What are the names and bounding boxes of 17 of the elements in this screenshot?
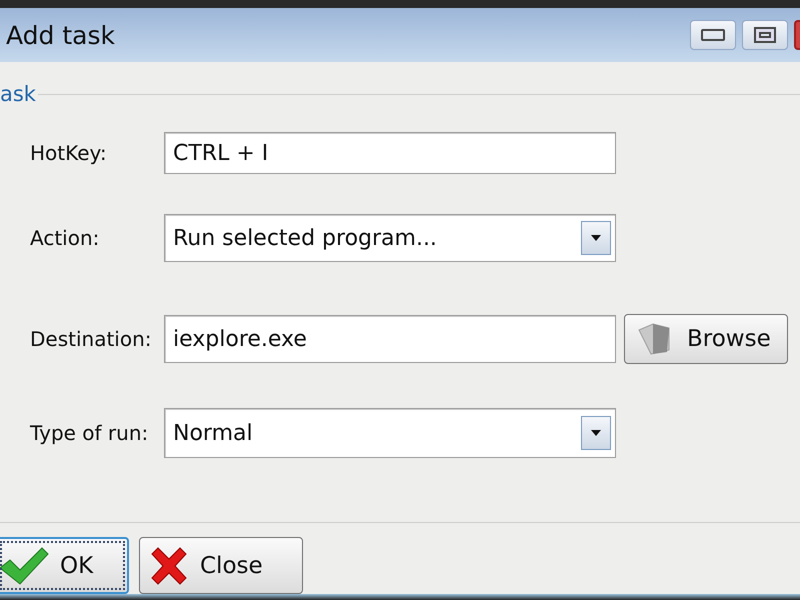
field-label: HotKey:: [30, 141, 108, 165]
minimize-button[interactable]: [690, 20, 736, 50]
browse-button[interactable]: Browse: [624, 314, 788, 364]
dropdown[interactable]: Normal: [164, 408, 616, 458]
field-label: Destination:: [30, 327, 153, 351]
ok-button[interactable]: OK: [0, 537, 129, 594]
checkmark-icon: [0, 546, 50, 586]
window-title: Add task: [6, 20, 115, 50]
close-button[interactable]: [794, 20, 800, 50]
input-field[interactable]: CTRL + I: [164, 132, 616, 174]
field-label: Action:: [30, 226, 100, 250]
maximize-button[interactable]: [742, 20, 788, 50]
field-label: Type of run:: [30, 421, 150, 445]
close-button[interactable]: Close: [139, 537, 303, 594]
input-field[interactable]: iexplore.exe: [164, 315, 616, 363]
group-title: ask: [0, 82, 36, 106]
dropdown[interactable]: Run selected program...: [164, 214, 616, 262]
